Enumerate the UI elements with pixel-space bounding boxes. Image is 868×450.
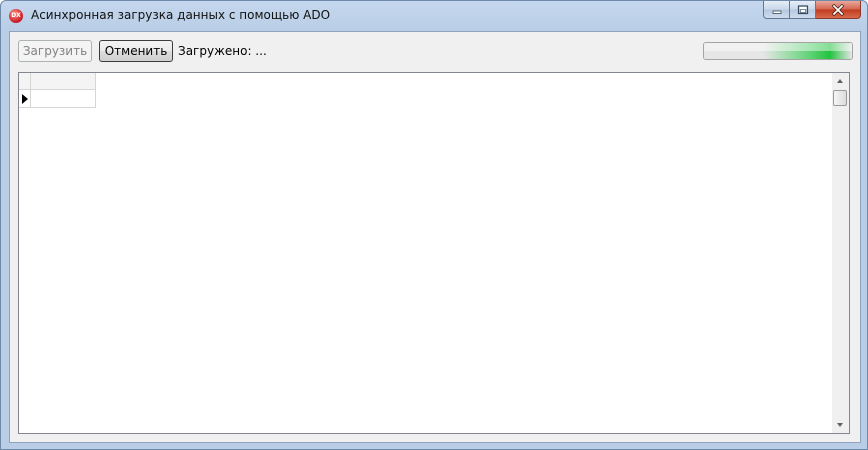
row-pointer-icon [22, 94, 28, 104]
chevron-up-icon [837, 79, 843, 83]
app-logo-icon[interactable]: DX [9, 9, 23, 23]
status-label: Загружено: ... [178, 44, 267, 58]
grid-cell[interactable] [31, 90, 96, 108]
progress-bar [703, 42, 853, 60]
column-header[interactable] [31, 73, 96, 90]
scroll-up-button[interactable] [832, 73, 849, 90]
vertical-scrollbar[interactable] [832, 73, 849, 433]
row-header[interactable] [19, 90, 31, 108]
minimize-icon [772, 10, 781, 14]
app-window: DX Асинхронная загрузка данных с помощью… [0, 0, 868, 450]
window-title: Асинхронная загрузка данных с помощью AD… [31, 8, 331, 22]
minimize-button[interactable] [763, 1, 790, 19]
cancel-button[interactable]: Отменить [99, 40, 173, 62]
data-grid[interactable] [18, 72, 850, 434]
load-button[interactable]: Загрузить [18, 40, 92, 62]
caption-buttons [763, 1, 861, 20]
close-button[interactable] [816, 1, 861, 19]
scroll-down-button[interactable] [832, 416, 849, 433]
title-bar[interactable]: DX Асинхронная загрузка данных с помощью… [1, 1, 867, 31]
client-area: Загрузить Отменить Загружено: ... [9, 31, 861, 443]
close-icon [831, 3, 845, 16]
maximize-button[interactable] [790, 1, 816, 19]
grid-corner-header[interactable] [19, 73, 31, 90]
chevron-down-icon [837, 423, 843, 427]
scrollbar-thumb[interactable] [833, 90, 847, 106]
maximize-icon [797, 4, 808, 14]
